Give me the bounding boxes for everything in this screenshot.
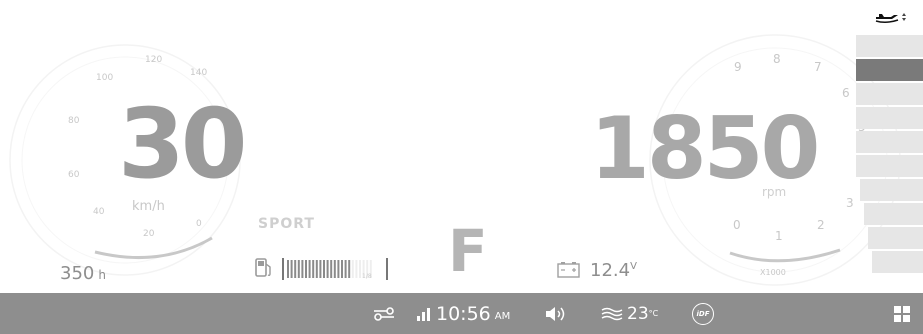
trim-bar	[864, 203, 923, 225]
fuel-segment	[297, 260, 300, 278]
speedometer-progress-arc	[94, 236, 213, 260]
engine-hours-unit: h	[98, 268, 106, 282]
water-temperature-icon	[601, 293, 623, 334]
trim-bar	[856, 59, 923, 81]
status-bar: 10:56 AM 23 °C iDF	[0, 293, 923, 334]
fuel-empty-mark: 1/8	[362, 273, 372, 280]
speed-tick-40: 40	[93, 207, 105, 217]
gear-indicator: F	[448, 217, 488, 285]
fuel-segment	[323, 260, 325, 278]
fuel-segment	[344, 260, 347, 278]
trim-bar	[872, 251, 923, 273]
fuel-segment	[308, 260, 311, 278]
fuel-segment	[341, 260, 343, 278]
rpm-unit: rpm	[762, 185, 787, 199]
battery-voltage-unit: V	[630, 261, 637, 272]
rpm-tick-6: 6	[842, 86, 850, 100]
fuel-segment	[294, 260, 297, 278]
maintenance-icon[interactable]	[372, 293, 396, 334]
speed-tick-140: 140	[190, 68, 208, 78]
battery-voltage-value: 12.4	[590, 260, 631, 281]
battery-voltage: 12.4V	[590, 260, 637, 281]
speed-tick-120: 120	[145, 55, 163, 65]
speed-tick-60: 60	[68, 170, 80, 180]
water-temperature: 23 °C	[627, 293, 658, 334]
drive-mode-label: SPORT	[258, 216, 315, 232]
fuel-segment	[359, 260, 361, 278]
fuel-segment	[326, 260, 329, 278]
fuel-segment	[333, 260, 336, 278]
fuel-segment	[301, 260, 304, 278]
fuel-bar-start	[282, 258, 284, 280]
speed-unit: km/h	[132, 199, 165, 214]
battery-icon	[557, 262, 580, 278]
rpm-tick-8: 8	[773, 52, 781, 66]
speed-tick-80: 80	[68, 116, 80, 126]
signal-strength-icon	[416, 293, 434, 334]
tachometer-progress-arc	[729, 248, 841, 263]
fuel-pump-icon	[255, 258, 271, 277]
trim-bar	[868, 227, 923, 249]
fuel-segment	[287, 260, 289, 278]
idf-icon: iDF	[692, 302, 714, 325]
rpm-tick-3: 3	[846, 196, 854, 210]
fuel-segment	[315, 260, 318, 278]
fuel-level-bar: 1/8	[282, 258, 388, 280]
engine-hours: 350 h	[60, 263, 106, 284]
clock-time: 10:56	[436, 302, 491, 325]
fuel-segment	[312, 260, 315, 278]
engine-hours-value: 350	[60, 263, 95, 284]
speed-readout: 30	[118, 88, 248, 200]
trim-bar	[856, 155, 923, 177]
trim-bar	[860, 179, 923, 201]
fuel-segment	[355, 260, 358, 278]
rpm-tick-9: 9	[734, 60, 742, 74]
fuel-segment	[348, 260, 351, 278]
fuel-segment	[319, 260, 322, 278]
fuel-segment	[330, 260, 333, 278]
fuel-segment	[351, 260, 354, 278]
watercraft-icon[interactable]	[874, 8, 914, 26]
rpm-tick-1: 1	[775, 229, 783, 243]
trim-bar	[856, 35, 923, 57]
speed-tick-0: 0	[196, 219, 202, 229]
rpm-tick-2: 2	[817, 218, 825, 232]
volume-icon[interactable]	[543, 293, 567, 334]
speed-tick-20: 20	[143, 229, 155, 239]
idf-button[interactable]: iDF	[692, 293, 714, 334]
rpm-scale-label: X1000	[760, 268, 786, 277]
trim-bar	[856, 131, 923, 153]
clock-ampm: AM	[494, 311, 511, 322]
apps-grid-icon[interactable]	[893, 293, 911, 334]
clock: 10:56 AM	[436, 293, 510, 334]
trim-bar	[856, 83, 923, 105]
fuel-segment	[290, 260, 293, 278]
dashboard: 20 40 60 80 100 120 140 0 30 km/h 350 h S…	[0, 0, 923, 334]
rpm-readout: 1850	[590, 99, 820, 199]
fuel-bar-end	[386, 258, 388, 280]
trim-bar	[856, 107, 923, 129]
fuel-segment	[337, 260, 340, 278]
speed-tick-100: 100	[96, 73, 114, 83]
rpm-tick-7: 7	[814, 60, 822, 74]
water-temperature-value: 23	[627, 303, 649, 324]
water-temperature-unit: °C	[648, 309, 659, 318]
rpm-tick-0: 0	[733, 218, 741, 232]
fuel-segment	[305, 260, 307, 278]
